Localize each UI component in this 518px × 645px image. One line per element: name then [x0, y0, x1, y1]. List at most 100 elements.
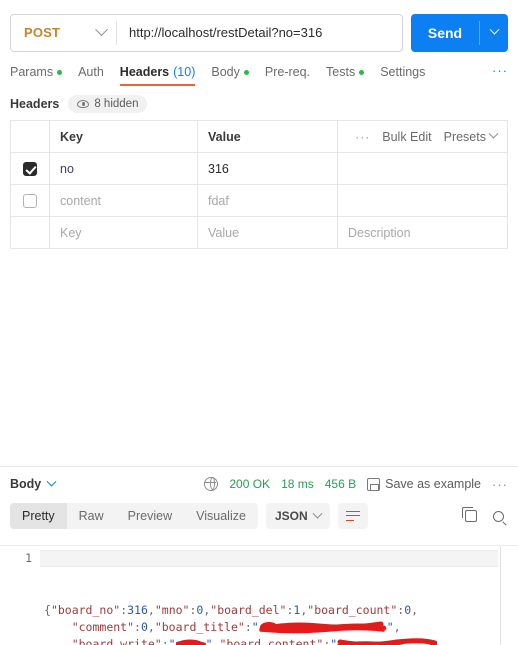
save-as-example-button[interactable]: Save as example: [367, 477, 481, 491]
redaction-mark: [175, 638, 206, 645]
hidden-headers-label: 8 hidden: [94, 98, 139, 110]
tab-pretty[interactable]: Pretty: [10, 503, 67, 529]
row-key-input[interactable]: no: [50, 153, 198, 184]
response-format-select[interactable]: JSON: [265, 503, 330, 529]
response-json-body[interactable]: {"board_no":316,"mno":0,"board_del":1,"b…: [40, 546, 518, 645]
save-as-example-label: Save as example: [385, 477, 481, 491]
response-body-label: Body: [10, 477, 42, 491]
headers-table: Key Value ··· Bulk Edit Presets no 316 c…: [10, 120, 508, 249]
redaction-mark: [258, 621, 387, 634]
column-header-key: Key: [50, 121, 198, 152]
tab-auth[interactable]: Auth: [78, 65, 104, 86]
table-row[interactable]: no 316: [11, 153, 507, 185]
row-enabled-checkbox[interactable]: [23, 161, 37, 176]
row-value-input[interactable]: 316: [198, 153, 338, 184]
response-time: 18 ms: [281, 477, 314, 491]
row-value-input[interactable]: fdaf: [198, 185, 338, 216]
tab-settings[interactable]: Settings: [380, 65, 425, 86]
hidden-headers-toggle[interactable]: 8 hidden: [68, 95, 148, 113]
tab-label: Settings: [380, 65, 426, 79]
eye-icon: [77, 100, 90, 108]
headers-toolbar: Headers 8 hidden: [0, 86, 518, 120]
json-content: {"board_no":316,"mno":0,"board_del":1,"b…: [44, 602, 518, 645]
row-description-input[interactable]: [338, 185, 507, 216]
active-line-highlight: [40, 550, 498, 567]
tab-headers[interactable]: Headers (10): [119, 65, 196, 86]
response-code-viewer[interactable]: 1 {"board_no":316,"mno":0,"board_del":1,…: [0, 545, 518, 645]
tab-label: Params: [10, 65, 54, 79]
table-more-icon[interactable]: ···: [355, 130, 370, 144]
select-all-cell: [11, 121, 50, 152]
chevron-down-icon: [46, 476, 57, 487]
request-tabs-more-icon[interactable]: ···: [492, 63, 508, 86]
chevron-down-icon: [95, 23, 108, 37]
table-row[interactable]: content fdaf: [11, 185, 507, 217]
response-stats: 200 OK 18 ms 456 B Save as example ···: [203, 476, 508, 492]
row-checkbox-cell: [11, 153, 50, 184]
tab-label: Body: [211, 65, 240, 79]
response-panel: Body 200 OK 18 ms 456 B Save as example …: [0, 466, 518, 645]
presets-button[interactable]: Presets: [443, 128, 499, 144]
modified-dot-icon: [243, 69, 249, 75]
row-value-input[interactable]: Value: [198, 217, 338, 248]
tab-headers-count: (10): [173, 65, 196, 79]
response-size: 456 B: [324, 477, 357, 491]
tab-pre-request[interactable]: Pre-req.: [265, 65, 310, 86]
modified-dot-icon: [359, 69, 365, 75]
method-url-group: POST http://localhost/restDetail?no=316: [10, 13, 403, 52]
row-enabled-checkbox[interactable]: [23, 193, 37, 208]
tab-label: Auth: [78, 65, 104, 79]
row-key-input[interactable]: Key: [50, 217, 198, 248]
globe-icon: [203, 476, 219, 491]
request-tabs: Params Auth Headers (10) Body Pre-req. T…: [0, 56, 518, 86]
redaction-mark: [337, 638, 438, 645]
request-url-bar: POST http://localhost/restDetail?no=316 …: [0, 0, 518, 56]
tab-label: Pre-req.: [264, 65, 311, 79]
headers-title: Headers: [10, 97, 60, 111]
bulk-edit-button[interactable]: Bulk Edit: [382, 130, 431, 144]
save-icon: [367, 477, 381, 491]
tab-body[interactable]: Body: [211, 65, 249, 86]
column-header-value: Value: [198, 121, 338, 152]
copy-icon[interactable]: [462, 507, 477, 522]
row-description-input[interactable]: [338, 153, 507, 184]
row-key-input[interactable]: content: [50, 185, 198, 216]
response-format-label: JSON: [274, 509, 308, 523]
tab-preview[interactable]: Preview: [116, 503, 184, 529]
wrap-lines-button[interactable]: [337, 503, 368, 529]
response-view-tabs: Pretty Raw Preview Visualize JSON: [0, 501, 518, 537]
search-icon[interactable]: [493, 510, 504, 522]
chevron-down-icon: [312, 508, 323, 519]
table-header-row: Key Value ··· Bulk Edit Presets: [11, 121, 507, 153]
tab-visualize[interactable]: Visualize: [184, 503, 258, 529]
table-actions: ··· Bulk Edit Presets: [338, 121, 507, 152]
table-row-placeholder[interactable]: Key Value Description: [11, 217, 507, 249]
row-checkbox-cell: [11, 217, 50, 248]
url-input[interactable]: http://localhost/restDetail?no=316: [117, 15, 402, 51]
response-actions: [462, 507, 508, 522]
http-method-select[interactable]: POST: [11, 15, 116, 51]
status-code: 200 OK: [229, 477, 271, 491]
tab-tests[interactable]: Tests: [326, 65, 365, 86]
response-more-icon[interactable]: ···: [492, 477, 508, 492]
row-checkbox-cell: [11, 185, 50, 216]
http-method-label: POST: [24, 25, 61, 40]
chevron-down-icon: [489, 24, 499, 35]
send-options-button[interactable]: [480, 14, 508, 52]
response-body-selector[interactable]: Body: [10, 476, 57, 491]
line-number: 1: [0, 546, 40, 645]
code-scrollbar[interactable]: [500, 546, 501, 645]
response-header: Body 200 OK 18 ms 456 B Save as example …: [0, 467, 518, 501]
chevron-down-icon: [488, 128, 499, 139]
view-tab-group: Pretty Raw Preview Visualize: [10, 503, 258, 529]
send-button-group: Send: [411, 13, 508, 52]
tab-raw[interactable]: Raw: [67, 503, 116, 529]
tab-params[interactable]: Params: [10, 65, 63, 86]
tab-label: Tests: [326, 65, 356, 79]
send-button[interactable]: Send: [411, 14, 479, 52]
modified-dot-icon: [57, 69, 63, 75]
tab-label: Headers: [119, 65, 170, 79]
row-description-input[interactable]: Description: [338, 217, 507, 248]
wrap-lines-icon: [345, 510, 360, 522]
presets-label: Presets: [443, 129, 486, 144]
